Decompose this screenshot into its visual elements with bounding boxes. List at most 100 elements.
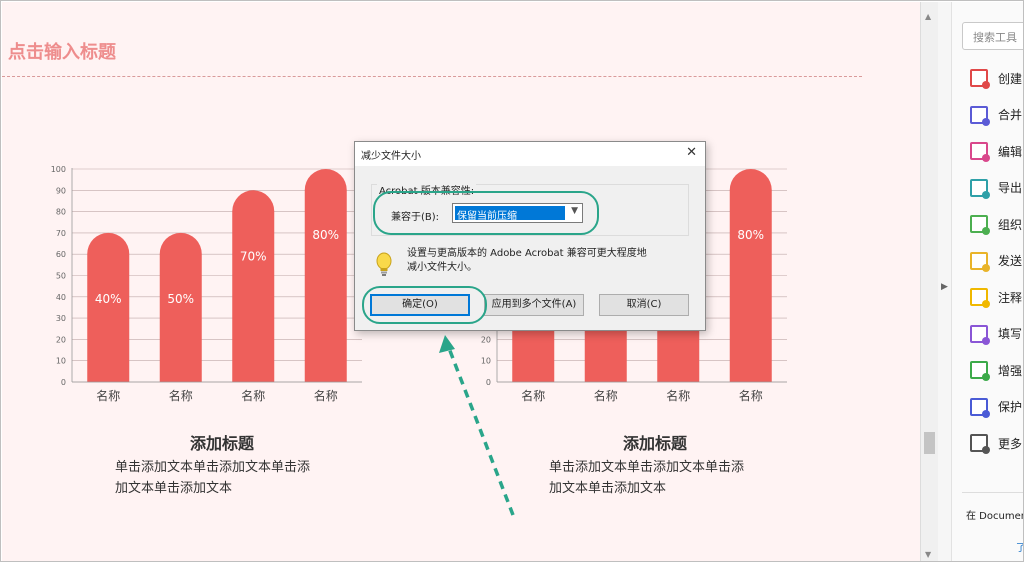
tool-item-label: 合并 <box>998 108 1023 122</box>
y-tick-label: 30 <box>56 314 66 323</box>
tools-divider <box>962 492 1023 493</box>
highlight-select-annotation <box>373 191 599 235</box>
tool-item-label: 填写 <box>998 327 1023 341</box>
tool-item[interactable]: 填写 <box>970 322 1022 346</box>
bar-chart-left-svg: 0 10 20 30 40 50 60 70 80 90 100 40% 名称 50% 名称 70% 名称 80%… <box>51 165 362 403</box>
chevron-right-icon[interactable]: ▶ <box>941 282 948 292</box>
icon-badge <box>982 336 990 345</box>
icon-badge <box>982 263 990 272</box>
tool-item[interactable]: 发送 <box>970 249 1022 273</box>
tool-item[interactable]: 注释 <box>970 285 1022 309</box>
tool-item-label: 增强 <box>998 363 1023 378</box>
x-tick-label: 名称 <box>739 388 763 403</box>
enhance-scans-icon <box>970 361 990 381</box>
right-block-body[interactable]: 单击添加文本单击添加文本单击添 加文本单击添加文本 <box>549 457 779 499</box>
highlight-ok-annotation <box>362 286 487 324</box>
dialog-message: 设置与更高版本的 Adobe Acrobat 兼容可更大程度地减小文件大小。 <box>407 248 647 273</box>
combine-files-icon <box>970 105 990 126</box>
y-tick-label: 20 <box>56 335 66 344</box>
vertical-scrollbar[interactable]: ▲ ▼ <box>920 2 938 561</box>
data-label: 80% <box>312 228 339 242</box>
y-tick-label: 80 <box>56 208 66 217</box>
dialog-title: 减少文件大小 <box>361 151 421 162</box>
tool-item-label: 保护 <box>998 400 1023 414</box>
export-pdf-icon <box>970 178 990 199</box>
tool-item[interactable]: 组织 <box>970 212 1022 236</box>
y-tick-label: 70 <box>56 229 66 238</box>
x-tick-label: 名称 <box>96 388 120 403</box>
pointer-arrow-annotation <box>439 335 515 516</box>
apply-to-multiple-button[interactable]: 应用到多个文件(A) <box>484 294 584 316</box>
tool-item-label: 更多 <box>998 436 1023 451</box>
tool-item[interactable]: 导出 <box>970 176 1022 200</box>
tool-item[interactable]: 合并 <box>970 103 1022 127</box>
tool-item-label: 创建 <box>998 71 1023 86</box>
comment-icon <box>970 288 990 308</box>
bar <box>304 169 347 382</box>
tools-footer-link[interactable]: 了 <box>1016 539 1023 554</box>
y-tick-label: 0 <box>61 378 66 387</box>
organize-pages-icon <box>970 215 990 235</box>
tool-item[interactable]: 保护 <box>970 395 1022 419</box>
x-tick-label: 名称 <box>314 388 338 403</box>
y-tick-label: 90 <box>56 186 66 195</box>
y-tick-label: 60 <box>56 250 66 259</box>
bar-chart-left[interactable]: 0 10 20 30 40 50 60 70 80 90 100 40% 名称 50% 名称 70% 名称 80%… <box>42 162 372 412</box>
icon-badge <box>982 81 990 89</box>
scroll-down-icon[interactable]: ▼ <box>925 550 931 559</box>
tool-item[interactable]: 增强 <box>970 358 1022 382</box>
left-block-heading[interactable]: 添加标题 <box>162 430 282 454</box>
protect-icon <box>970 397 990 418</box>
bar <box>159 232 202 382</box>
tool-item[interactable]: 编辑 <box>970 139 1022 163</box>
left-block-body[interactable]: 单击添加文本单击添加文本单击添 加文本单击添加文本 <box>115 457 345 499</box>
cancel-button[interactable]: 取消(C) <box>599 294 689 316</box>
data-label: 70% <box>240 249 267 263</box>
bar <box>87 232 130 382</box>
edit-pdf-icon <box>970 142 990 162</box>
left-block-body-line-1: 单击添加文本单击添加文本单击添 <box>115 460 311 475</box>
lightbulb-icon <box>376 252 392 276</box>
scrollbar-thumb[interactable] <box>924 432 935 454</box>
tool-search-input[interactable]: 搜索工具 <box>962 22 1023 50</box>
y-tick-label: 10 <box>56 357 66 366</box>
tool-item-label: 导出 <box>998 181 1023 195</box>
right-block-body-line-1: 单击添加文本单击添加文本单击添 <box>549 460 745 475</box>
tool-item-label: 发送 <box>998 254 1023 268</box>
create-pdf-icon <box>970 69 990 89</box>
icon-badge <box>982 190 990 199</box>
scroll-up-icon[interactable]: ▲ <box>925 12 931 21</box>
icon-badge <box>982 227 990 235</box>
icon-badge <box>982 117 990 126</box>
icon-badge <box>982 373 990 381</box>
right-block-body-line-2: 加文本单击添加文本 <box>549 481 667 496</box>
close-icon[interactable]: ✕ <box>686 145 697 160</box>
fill-sign-icon <box>970 324 990 345</box>
tool-item[interactable]: 更多 <box>970 431 1022 455</box>
bar <box>232 190 275 382</box>
title-divider <box>2 76 862 77</box>
icon-badge <box>982 154 990 162</box>
x-tick-label: 名称 <box>594 388 618 403</box>
tool-item-label: 编辑 <box>998 144 1023 159</box>
y-tick-label: 50 <box>56 272 66 281</box>
page-title[interactable]: 点击输入标题 <box>8 38 116 64</box>
x-tick-label: 名称 <box>666 388 690 403</box>
x-tick-label: 名称 <box>241 388 265 403</box>
right-block-heading[interactable]: 添加标题 <box>595 430 715 454</box>
dialog-titlebar[interactable]: 减少文件大小 ✕ <box>355 142 705 166</box>
icon-badge <box>982 446 990 454</box>
data-label: 80% <box>737 228 764 242</box>
left-block-body-line-2: 加文本单击添加文本 <box>115 481 233 496</box>
x-tick-label: 名称 <box>169 388 193 403</box>
screen: 点击输入标题 0 10 20 30 40 50 60 70 80 90 100 40% 名称 50% 名称 7… <box>0 0 1024 562</box>
y-tick-label: 40 <box>56 293 66 302</box>
send-for-signature-icon <box>970 251 990 272</box>
tool-item[interactable]: 创建 <box>970 66 1022 90</box>
data-label: 40% <box>95 292 122 306</box>
data-label: 50% <box>167 292 194 306</box>
tools-panel-toggle[interactable]: ▶ <box>938 2 952 561</box>
tool-item-label: 注释 <box>998 290 1023 305</box>
y-tick-label: 100 <box>51 165 66 174</box>
more-tools-icon <box>970 434 990 454</box>
